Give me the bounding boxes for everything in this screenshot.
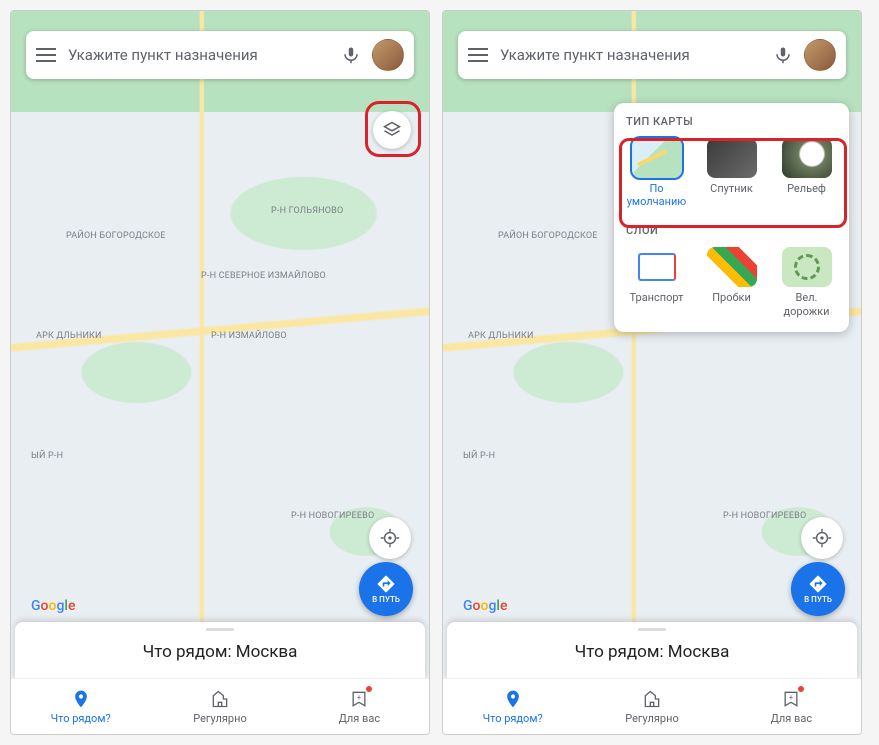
map-area-label: ЫЙ Р-Н — [31, 451, 63, 461]
map-area-label: Р-Н ГОЛЬЯНОВО — [271, 206, 343, 216]
tab-nearby[interactable]: Что рядом? — [11, 679, 150, 734]
svg-text:+: + — [789, 693, 793, 702]
avatar[interactable] — [804, 39, 836, 71]
sheet-title: Что рядом: Москва — [575, 642, 730, 662]
map-area-label: Р-Н НОВОГИРЕЕВО — [723, 511, 806, 521]
layer-traffic[interactable]: Пробки — [701, 247, 762, 317]
menu-icon[interactable] — [36, 48, 56, 62]
layers-button[interactable] — [373, 111, 411, 149]
map-area-label: Р-Н НОВОГИРЕЕВО — [291, 511, 374, 521]
drag-handle[interactable] — [638, 628, 666, 631]
tab-commute[interactable]: Регулярно — [150, 679, 289, 734]
menu-icon[interactable] — [468, 48, 488, 62]
map-area-label: РАЙОН БОГОРОДСКОЕ — [66, 231, 166, 241]
map-type-terrain-thumb — [782, 138, 832, 178]
layer-transit-thumb — [632, 247, 682, 287]
bottom-sheet[interactable]: Что рядом: Москва — [447, 622, 857, 678]
layer-transit[interactable]: Транспорт — [626, 247, 687, 317]
screenshot-left: РАЙОН БОГОРОДСКОЕ Р-Н ГОЛЬЯНОВО Р-Н СЕВЕ… — [10, 10, 430, 735]
mic-icon[interactable] — [774, 44, 792, 66]
map-type-satellite[interactable]: Спутник — [701, 138, 762, 208]
map-type-default-thumb — [632, 138, 682, 178]
layer-bike-thumb — [782, 247, 832, 287]
my-location-button[interactable] — [801, 517, 843, 559]
map-area-label: Р-Н ИЗМАЙЛОВО — [211, 331, 287, 341]
layer-bike[interactable]: Вел. дорожки — [776, 247, 837, 317]
tab-nearby[interactable]: Что рядом? — [443, 679, 582, 734]
bottom-sheet[interactable]: Что рядом: Москва — [15, 622, 425, 678]
directions-label: В ПУТЬ — [372, 595, 400, 604]
my-location-button[interactable] — [369, 517, 411, 559]
avatar[interactable] — [372, 39, 404, 71]
directions-icon — [808, 574, 828, 594]
search-input[interactable]: Укажите пункт назначения — [500, 46, 762, 64]
building-icon — [209, 688, 231, 710]
google-watermark: Google — [463, 598, 507, 614]
tab-commute[interactable]: Регулярно — [582, 679, 721, 734]
layers-heading: СЛОИ — [626, 224, 837, 237]
map-area-label: АРК ДЛЬНИКИ — [468, 331, 534, 341]
sheet-title: Что рядом: Москва — [143, 642, 298, 662]
search-bar[interactable]: Укажите пункт назначения — [458, 31, 846, 79]
drag-handle[interactable] — [206, 628, 234, 631]
map-type-heading: ТИП КАРТЫ — [626, 115, 837, 128]
tab-for-you[interactable]: + Для вас — [722, 679, 861, 734]
google-watermark: Google — [31, 598, 75, 614]
search-bar[interactable]: Укажите пункт назначения — [26, 31, 414, 79]
map-area-label: АРК ДЛЬНИКИ — [36, 331, 102, 341]
directions-label: В ПУТЬ — [804, 595, 832, 604]
map-area-label: ЫЙ Р-Н — [463, 451, 495, 461]
layer-traffic-thumb — [707, 247, 757, 287]
crosshair-icon — [379, 527, 401, 549]
mic-icon[interactable] — [342, 44, 360, 66]
tab-bar: Что рядом? Регулярно + Для вас — [443, 678, 861, 734]
map-type-satellite-thumb — [707, 138, 757, 178]
star-badge-icon: + — [348, 688, 370, 710]
screenshot-right: РАЙОН БОГОРОДСКОЕ АРК ДЛЬНИКИ ЫЙ Р-Н Р-Н… — [442, 10, 862, 735]
map-area-label: РАЙОН БОГОРОДСКОЕ — [498, 231, 598, 241]
layers-icon — [382, 120, 402, 140]
search-input[interactable]: Укажите пункт назначения — [68, 46, 330, 64]
map-type-default[interactable]: По умолчанию — [626, 138, 687, 208]
layers-panel: ТИП КАРТЫ По умолчанию Спутник Рельеф СЛ… — [614, 103, 849, 332]
pin-icon — [502, 688, 524, 710]
directions-button[interactable]: В ПУТЬ — [359, 562, 413, 616]
tab-bar: Что рядом? Регулярно + Для вас — [11, 678, 429, 734]
building-icon — [641, 688, 663, 710]
tab-for-you[interactable]: + Для вас — [290, 679, 429, 734]
pin-icon — [70, 688, 92, 710]
star-badge-icon: + — [780, 688, 802, 710]
map-area-label: Р-Н СЕВЕРНОЕ ИЗМАЙЛОВО — [201, 271, 326, 281]
directions-icon — [376, 574, 396, 594]
directions-button[interactable]: В ПУТЬ — [791, 562, 845, 616]
map-type-terrain[interactable]: Рельеф — [776, 138, 837, 208]
svg-text:+: + — [357, 693, 361, 702]
crosshair-icon — [811, 527, 833, 549]
